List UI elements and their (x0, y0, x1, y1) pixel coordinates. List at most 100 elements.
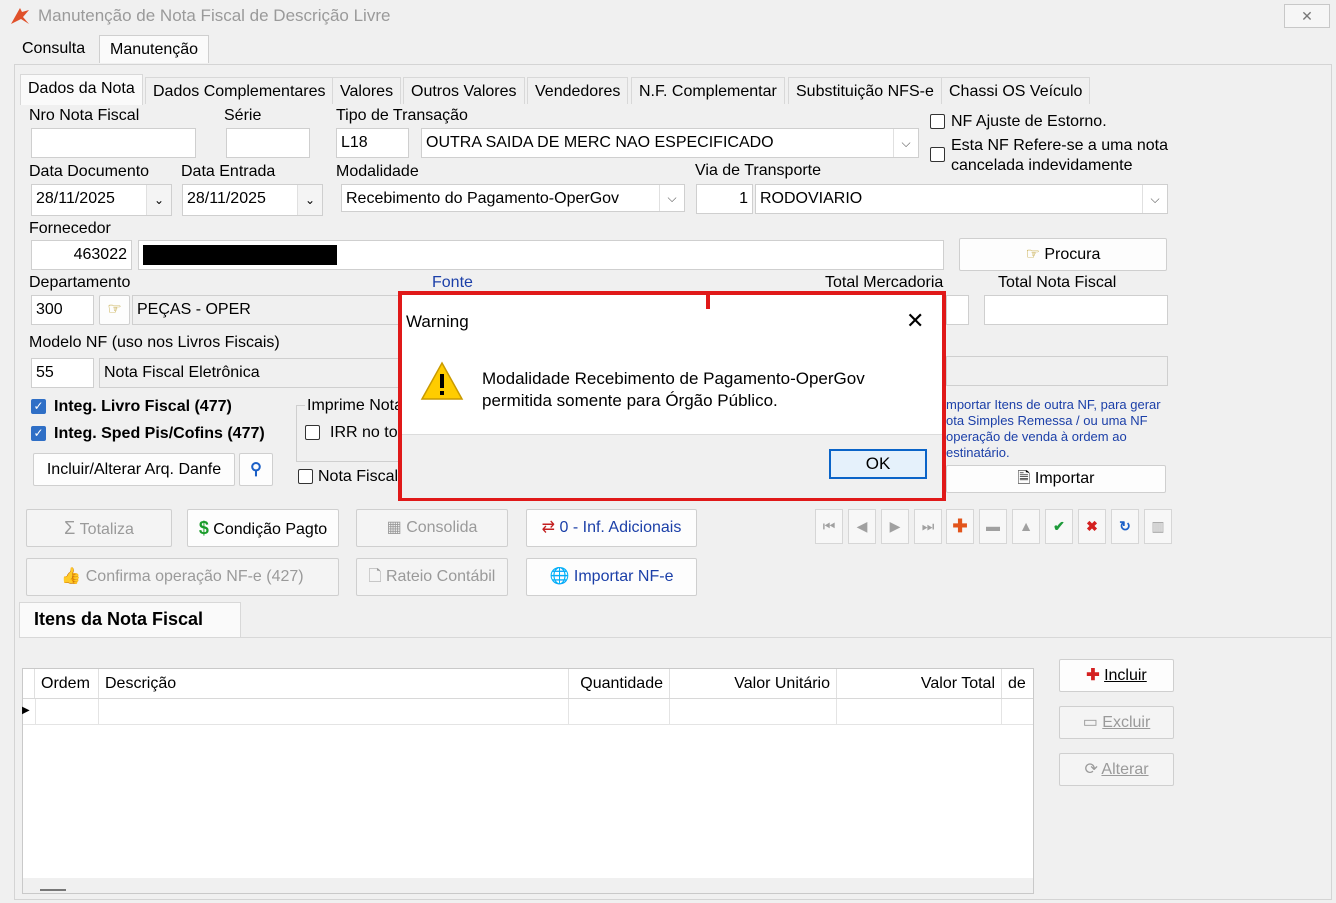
data-entrada-picker[interactable]: 28/11/2025 ⌄ (182, 184, 323, 216)
serie-input[interactable] (226, 128, 310, 158)
modalidade-value: Recebimento do Pagamento-OperGov (346, 190, 620, 207)
total-mercadoria-input[interactable] (946, 295, 969, 325)
via-transporte-code-input[interactable]: 1 (696, 184, 753, 214)
tipo-transacao-label: Tipo de Transação (336, 107, 468, 124)
via-transporte-value: RODOVIARIO (760, 190, 863, 207)
window-close-button[interactable]: ✕ (1284, 4, 1330, 28)
tab-manutencao[interactable]: Manutenção (99, 35, 210, 63)
fonte-label[interactable]: Fonte (432, 274, 473, 292)
total-nota-input[interactable] (984, 295, 1168, 325)
irr-checkbox[interactable] (305, 425, 320, 440)
dialog-close-icon[interactable]: ✕ (906, 308, 924, 334)
incluir-danfe-button[interactable]: Incluir/Alterar Arq. Danfe (33, 453, 235, 486)
data-documento-picker[interactable]: 28/11/2025 ⌄ (31, 184, 172, 216)
total-mercadoria-label: Total Mercadoria (825, 274, 944, 291)
grid-row-line (23, 724, 1033, 725)
apply-update-icon[interactable]: ▥ (1144, 509, 1172, 544)
rateio-button[interactable]: 🗋 Rateio Contábil (356, 558, 508, 596)
grid-cell-line (669, 699, 670, 724)
chevron-down-icon[interactable]: ⌵ (893, 129, 918, 157)
fornecedor-code-input[interactable]: 463022 (31, 240, 132, 270)
subtab-valores[interactable]: Valores (332, 77, 402, 104)
post-record-icon[interactable]: ✔ (1045, 509, 1073, 544)
next-record-icon[interactable]: ▶ (881, 509, 909, 544)
pointing-hand-icon[interactable]: ☞ (99, 295, 130, 325)
import-doc-icon: 🗎 (1017, 470, 1031, 487)
window-title: Manutenção de Nota Fiscal de Descrição L… (38, 6, 391, 25)
excluir-label: Excluir (1102, 714, 1151, 731)
dialog-title: Warning (406, 312, 469, 331)
insert-record-icon[interactable]: ✚ (946, 509, 974, 544)
chevron-down-icon[interactable]: ⌄ (146, 185, 171, 215)
inf-adicionais-button[interactable]: ⇄ 0 - Inf. Adicionais (526, 509, 697, 547)
departamento-code-input[interactable]: 300 (31, 295, 94, 325)
subtab-substituicao-nfse[interactable]: Substituição NFS-e (788, 77, 942, 104)
col-ordem[interactable]: Ordem (35, 669, 99, 698)
grid-cell-line (568, 699, 569, 724)
search-icon[interactable]: ⚲ (239, 453, 273, 486)
excluir-item-button[interactable]: ▭ Excluir (1059, 706, 1174, 739)
dialog-message: Modalidade Recebimento de Pagamento-Oper… (482, 368, 865, 412)
modalidade-select[interactable]: Recebimento do Pagamento-OperGov ⌵ (341, 184, 685, 212)
cancel-record-icon[interactable]: ✖ (1078, 509, 1106, 544)
nf-ajuste-checkbox[interactable] (930, 114, 945, 129)
tab-consulta[interactable]: Consulta (12, 35, 95, 63)
consolida-button[interactable]: ▦ Consolida (356, 509, 508, 547)
procura-label: Procura (1044, 246, 1101, 263)
edit-record-icon[interactable]: ▲ (1012, 509, 1040, 544)
procura-button[interactable]: ☞ Procura (959, 238, 1167, 271)
integ-sped-checkbox[interactable]: ✓ (31, 426, 46, 441)
importar-info-line-3: operação de venda à ordem ao (946, 429, 1127, 444)
grid-hscrollbar[interactable] (23, 878, 1033, 893)
dialog-message-line-2: permitida somente para Órgão Público. (482, 391, 778, 410)
col-valor-total[interactable]: Valor Total (837, 669, 1002, 698)
data-documento-label: Data Documento (29, 163, 150, 180)
nf-refere-checkbox[interactable] (930, 147, 945, 162)
nota-fiscal-checkbox[interactable] (298, 469, 313, 484)
totaliza-button[interactable]: Σ Totaliza (26, 509, 172, 547)
chevron-down-icon[interactable]: ⌵ (659, 185, 684, 211)
importar-info-line-1: mportar Itens de outra NF, para gerar (946, 397, 1161, 412)
fornecedor-name-field[interactable] (138, 240, 944, 270)
importar-nfe-button[interactable]: 🌐 Importar NF-e (526, 558, 697, 596)
incluir-item-button[interactable]: ✚ Incluir (1059, 659, 1174, 692)
items-grid[interactable] (22, 668, 1034, 894)
chevron-down-icon[interactable]: ⌵ (1142, 185, 1167, 213)
confirma-nfe-button[interactable]: 👍 Confirma operação NF-e (427) (26, 558, 339, 596)
col-descricao[interactable]: Descrição (99, 669, 569, 698)
tipo-transacao-select[interactable]: OUTRA SAIDA DE MERC NAO ESPECIFICADO ⌵ (421, 128, 919, 158)
warning-icon (420, 361, 464, 400)
modelo-nf-code-input[interactable]: 55 (31, 358, 94, 388)
integ-livro-checkbox[interactable]: ✓ (31, 399, 46, 414)
subtab-nf-complementar[interactable]: N.F. Complementar (631, 77, 785, 104)
chevron-down-icon[interactable]: ⌄ (297, 185, 322, 215)
items-divider (19, 637, 1331, 638)
delete-record-icon[interactable]: ▬ (979, 509, 1007, 544)
col-de[interactable]: de (1002, 669, 1032, 698)
refresh-icon[interactable]: ↻ (1111, 509, 1139, 544)
grid-scroll-thumb[interactable] (40, 889, 66, 891)
subtab-dados-da-nota[interactable]: Dados da Nota (20, 74, 143, 105)
alterar-item-button[interactable]: ⟳ Alterar (1059, 753, 1174, 786)
condicao-pagto-button[interactable]: $ Condição Pagto (187, 509, 339, 547)
prev-record-icon[interactable]: ◀ (848, 509, 876, 544)
integ-sped-label: Integ. Sped Pis/Cofins (477) (54, 425, 265, 442)
document-icon: 🗋 (368, 568, 382, 585)
importar-button[interactable]: 🗎 Importar (946, 465, 1166, 493)
importar-info-line-2: ota Simples Remessa / ou uma NF (946, 413, 1148, 428)
dialog-message-line-1: Modalidade Recebimento de Pagamento-Oper… (482, 369, 865, 388)
nro-nota-input[interactable] (31, 128, 196, 158)
via-transporte-label: Via de Transporte (695, 162, 822, 179)
subtab-dados-complementares[interactable]: Dados Complementares (145, 77, 334, 104)
tipo-transacao-code-input[interactable]: L18 (336, 128, 409, 158)
last-record-icon[interactable]: ⏭ (914, 509, 942, 544)
subtab-chassi-os-veiculo[interactable]: Chassi OS Veículo (941, 77, 1091, 104)
col-valor-unitario[interactable]: Valor Unitário (670, 669, 837, 698)
subtab-outros-valores[interactable]: Outros Valores (403, 77, 525, 104)
col-quantidade[interactable]: Quantidade (569, 669, 670, 698)
first-record-icon[interactable]: ⏮ (815, 509, 843, 544)
via-transporte-select[interactable]: RODOVIARIO ⌵ (755, 184, 1168, 214)
grid-cell-line (98, 699, 99, 724)
ok-button[interactable]: OK (829, 449, 927, 479)
subtab-vendedores[interactable]: Vendedores (527, 77, 629, 104)
